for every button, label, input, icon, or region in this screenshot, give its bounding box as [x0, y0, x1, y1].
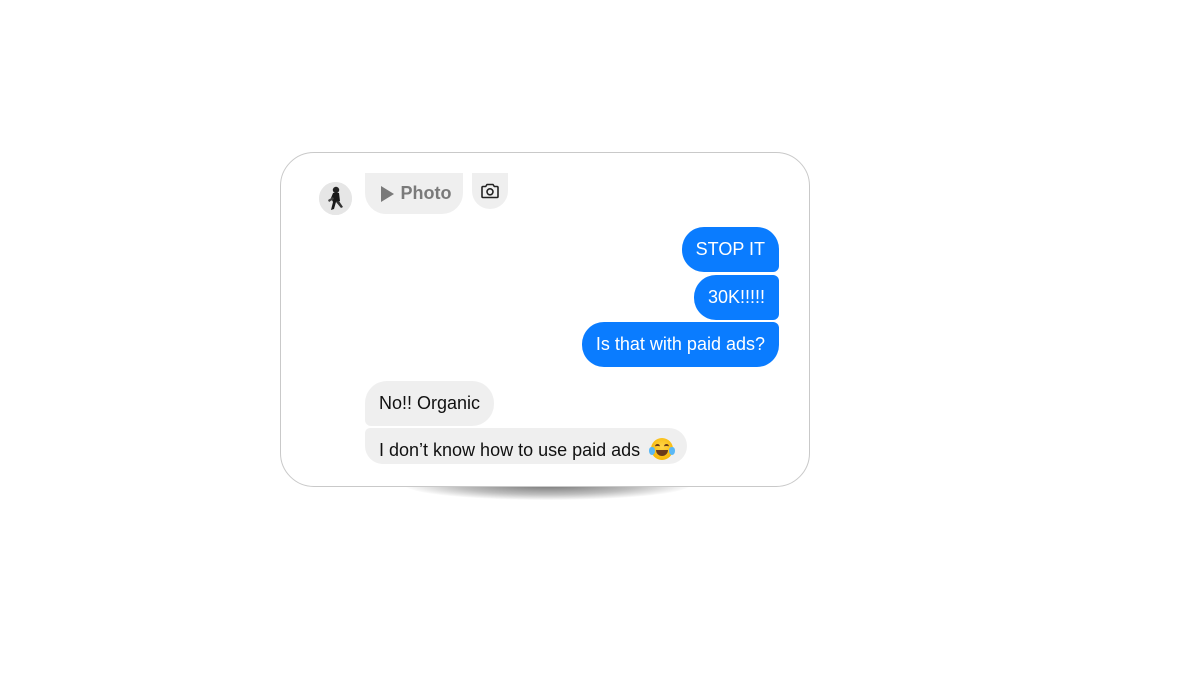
message-text: Is that with paid ads? [595, 334, 765, 354]
tears-of-joy-emoji-icon [649, 438, 676, 460]
camera-button[interactable] [472, 173, 508, 209]
photo-attachment-button[interactable]: Photo [365, 173, 463, 214]
photo-label: Photo [400, 183, 452, 203]
outgoing-message[interactable]: STOP IT [681, 227, 779, 272]
incoming-message[interactable]: I don’t know how to use paid ads [365, 428, 688, 464]
message-text: I don’t know how to use paid ads [379, 440, 641, 460]
message-text: No!! Organic [379, 393, 481, 413]
message-thread-card: Photo STOP IT 30K!!!!! Is that with paid… [280, 152, 810, 487]
play-icon [380, 185, 394, 202]
outgoing-message[interactable]: 30K!!!!! [693, 275, 779, 320]
incoming-message[interactable]: No!! Organic [365, 381, 495, 426]
message-text: STOP IT [695, 239, 765, 259]
avatar[interactable] [319, 182, 352, 215]
camera-icon [481, 183, 499, 199]
person-silhouette-icon [319, 182, 352, 215]
screenshot-stage: Photo STOP IT 30K!!!!! Is that with paid… [0, 0, 1200, 675]
message-text: 30K!!!!! [707, 287, 765, 307]
outgoing-message[interactable]: Is that with paid ads? [581, 322, 779, 367]
